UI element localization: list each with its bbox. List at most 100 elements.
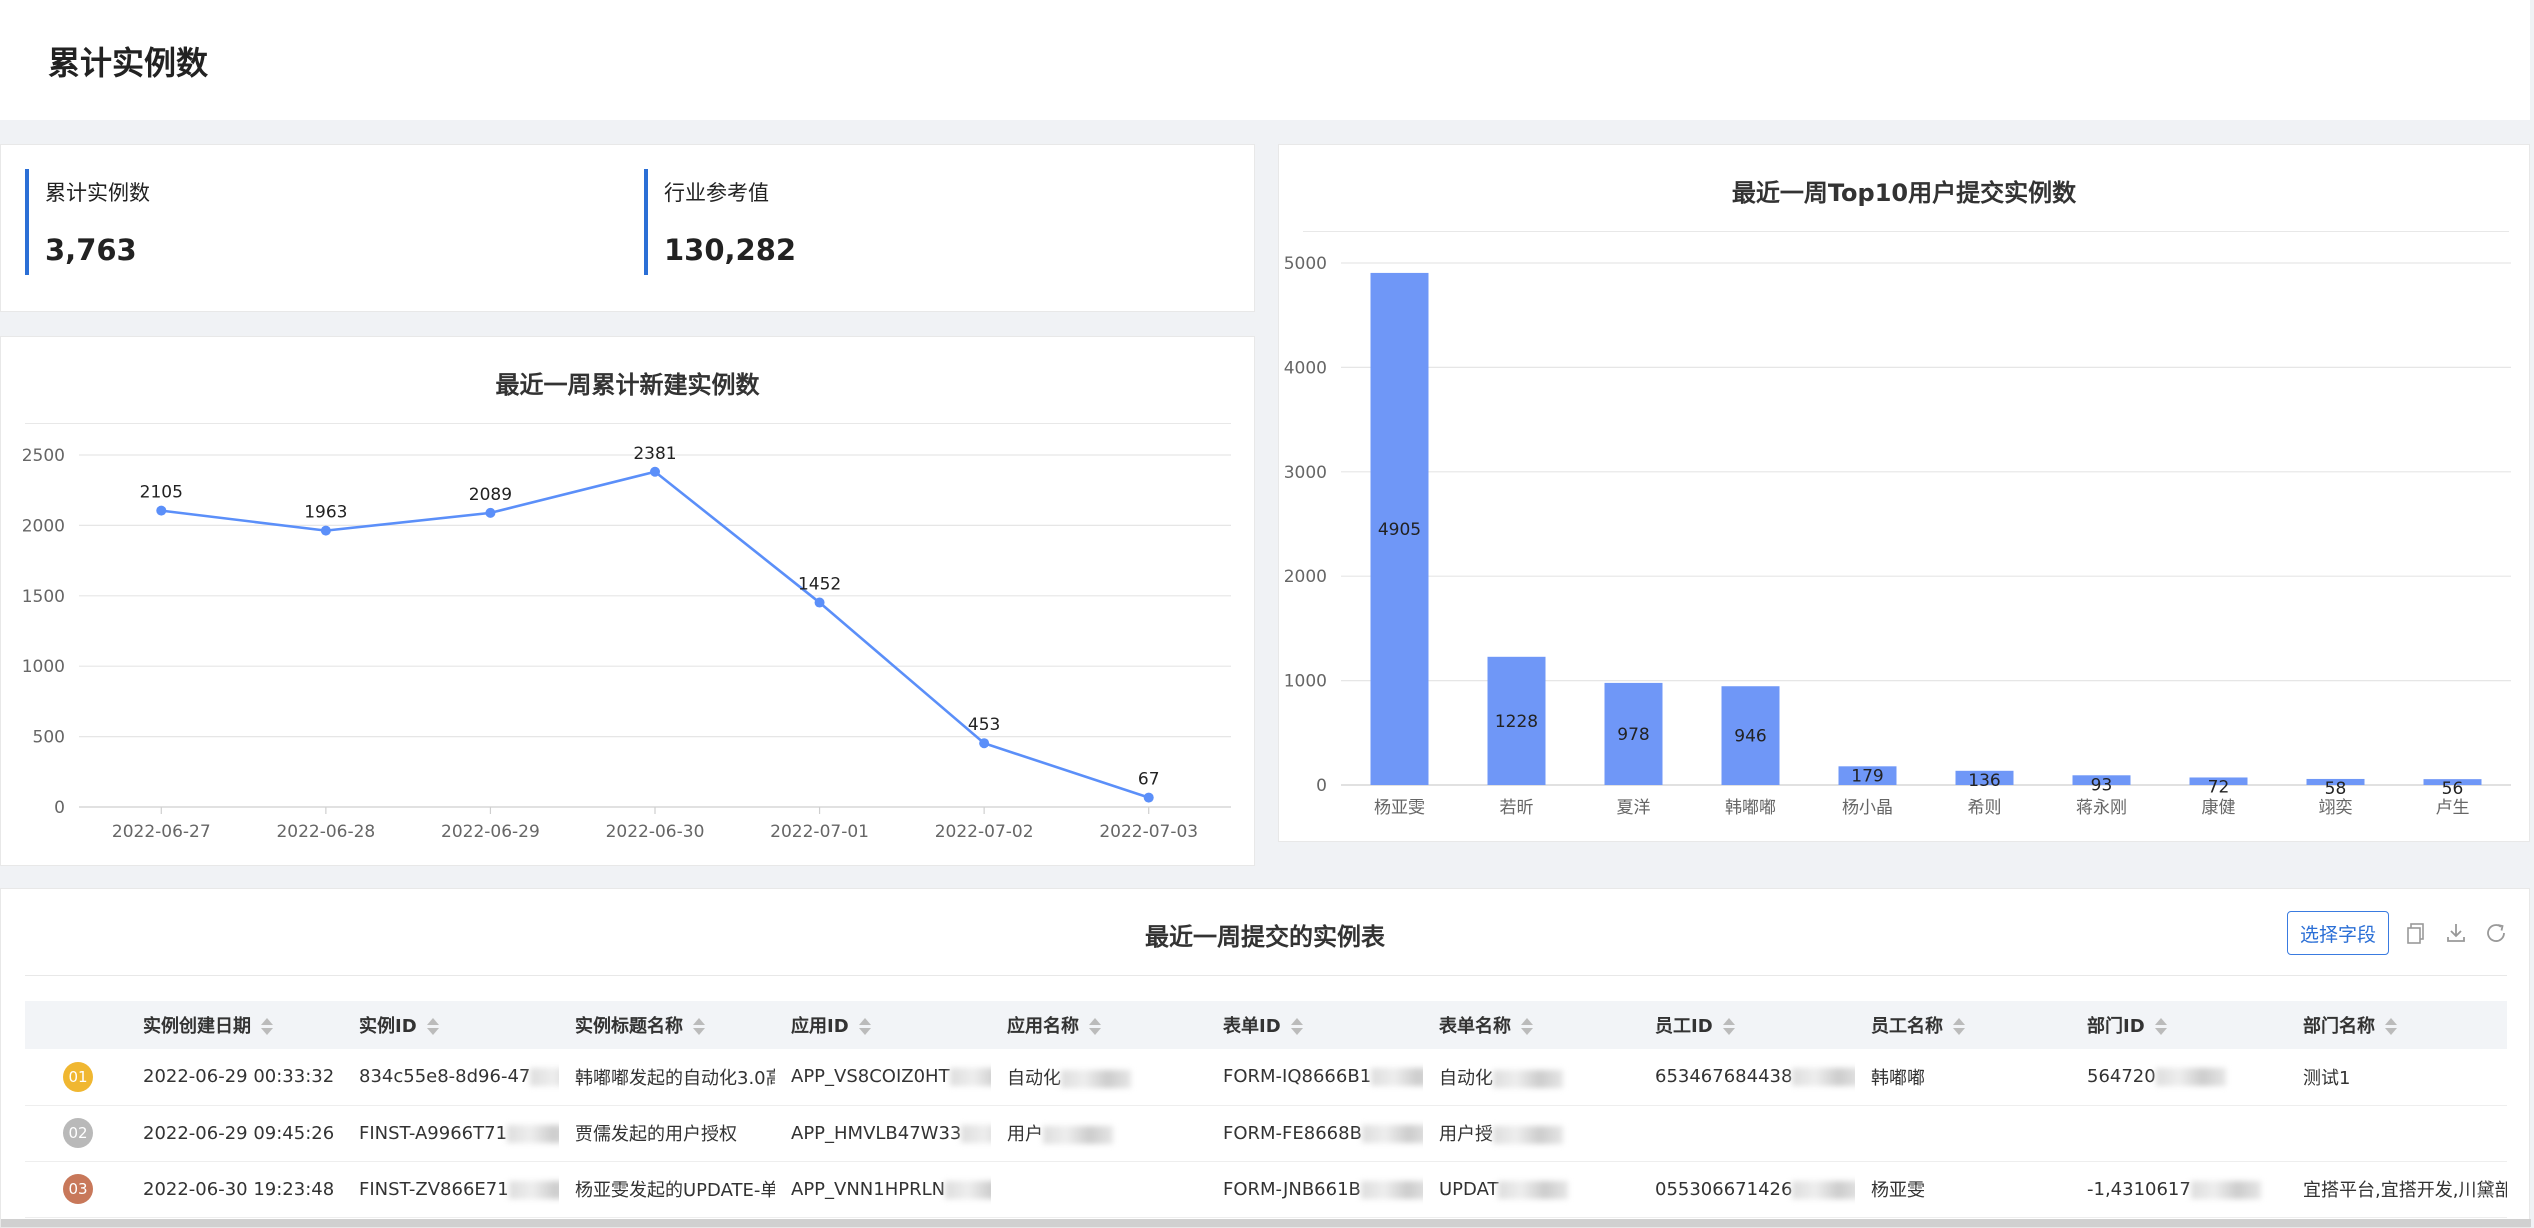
bar-value-label: 946 [1734, 727, 1766, 747]
cell-text: FINST-A9966T71 [359, 1122, 508, 1144]
redacted-text [1360, 1180, 1423, 1199]
bar-value-label: 93 [2091, 775, 2113, 795]
column-header[interactable]: 员工ID [1639, 1001, 1855, 1049]
column-header[interactable]: 应用ID [775, 1001, 991, 1049]
bar-value-label: 978 [1617, 725, 1649, 745]
redacted-text [1792, 1068, 1855, 1087]
cell-text: 测试1 [2303, 1067, 2351, 1089]
cell-text: 贾儒发起的用户授权 [575, 1124, 737, 1145]
y-tick-label: 2500 [22, 446, 65, 466]
table-cell: 贾儒发起的用户授权 [559, 1105, 775, 1162]
table-cell: 055306671426 [1639, 1161, 1855, 1218]
column-header[interactable]: 应用名称 [991, 1001, 1207, 1049]
column-header[interactable]: 部门ID [2071, 1001, 2287, 1049]
y-tick-label: 0 [1316, 776, 1327, 796]
cell-text: APP_VNN1HPRLN [791, 1178, 946, 1200]
select-fields-button[interactable]: 选择字段 [2286, 911, 2389, 955]
column-header[interactable]: 部门名称 [2287, 1001, 2507, 1049]
table-cell [2071, 1105, 2287, 1162]
table-cell: FINST-ZV866E71 [343, 1161, 559, 1218]
line-chart-card: 最近一周累计新建实例数 0 500 1000 1500 2000 2500 2022-06-… [0, 336, 1255, 866]
column-header-label: 部门名称 [2303, 1016, 2375, 1037]
bar-chart-card: 最近一周Top10用户提交实例数 0 1000 2000 3000 4000 5000 49… [1278, 144, 2530, 842]
sort-icon[interactable] [1722, 1016, 1737, 1038]
cell-text: 2022-06-29 00:33:32 [143, 1066, 335, 1088]
y-tick-label: 0 [54, 798, 65, 818]
copy-icon[interactable] [2403, 920, 2429, 946]
table-cell: APP_HMVLB47W33 [775, 1105, 991, 1162]
redacted-text [1043, 1126, 1113, 1144]
table-row[interactable]: 02 2022-06-29 09:45:26 FINST-A9966T71 贾儒发起的… [25, 1105, 2507, 1162]
cell-text: 用户授 [1439, 1124, 1493, 1145]
sort-icon[interactable] [1089, 1016, 1103, 1038]
column-header[interactable]: 实例标题名称 [559, 1001, 775, 1049]
sort-icon[interactable] [261, 1016, 275, 1038]
rank-cell: 01 [25, 1049, 127, 1106]
table-cell: 2022-06-30 19:23:48 [127, 1161, 343, 1218]
table-cell: 自动化 [1423, 1049, 1639, 1106]
y-tick-label: 5000 [1284, 254, 1327, 274]
sort-icon[interactable] [693, 1016, 707, 1038]
y-tick-label: 500 [33, 728, 65, 748]
sort-icon[interactable] [1953, 1016, 1967, 1038]
column-header[interactable]: 表单名称 [1423, 1001, 1639, 1049]
table-cell: 2022-06-29 00:33:32 [127, 1049, 343, 1106]
cell-text: FORM-FE8668B [1223, 1122, 1362, 1144]
instance-table-card: 最近一周提交的实例表 选择字段 实例创建日期 实例ID 实例标题名称 应用ID 应用名称… [0, 888, 2531, 1228]
table-row[interactable]: 01 2022-06-29 00:33:32 834c55e8-8d96-47 韩嘟嘟… [25, 1049, 2507, 1106]
cell-text: 055306671426 [1655, 1178, 1793, 1200]
table-cell: FORM-FE8668B [1207, 1105, 1423, 1162]
column-header-label: 应用ID [791, 1016, 849, 1037]
table-row[interactable]: 03 2022-06-30 19:23:48 FINST-ZV866E71 杨亚雯发起… [25, 1161, 2507, 1218]
redacted-text [507, 1124, 559, 1143]
column-header[interactable]: 员工名称 [1855, 1001, 2071, 1049]
cell-text: 杨亚雯发起的UPDATE-单行 [575, 1180, 775, 1201]
column-header-label: 表单名称 [1439, 1016, 1511, 1037]
cell-text: APP_VS8COIZ0HT [791, 1066, 950, 1088]
cell-text: 宜搭平台,宜搭开发,川黛部 [2303, 1180, 2507, 1201]
column-header[interactable]: 实例创建日期 [127, 1001, 343, 1049]
y-tick-label: 2000 [1284, 567, 1327, 587]
data-point [156, 505, 167, 516]
x-tick-label: 杨小晶 [1842, 798, 1893, 818]
redacted-text [2190, 1180, 2261, 1199]
redacted-text [945, 1180, 991, 1199]
sort-icon[interactable] [2154, 1016, 2169, 1038]
bar-chart: 0 1000 2000 3000 4000 5000 4905 杨亚雯 1228 若昕 978 夏洋 9… [1284, 254, 2511, 818]
column-header-label: 应用名称 [1007, 1016, 1079, 1037]
data-label: 453 [968, 715, 1000, 735]
sort-icon[interactable] [1290, 1016, 1305, 1038]
table-divider [25, 975, 2507, 976]
column-header-label: 实例创建日期 [143, 1016, 251, 1037]
horizontal-scrollbar[interactable] [1, 1219, 2531, 1227]
refresh-icon[interactable] [2483, 920, 2509, 946]
column-header-label: 部门ID [2087, 1016, 2145, 1037]
table-cell: UPDAT [1423, 1161, 1639, 1218]
data-point [320, 525, 331, 536]
download-icon[interactable] [2443, 920, 2469, 946]
table-cell [991, 1161, 1207, 1218]
cell-text: 自动化 [1439, 1067, 1493, 1089]
x-tick-label: 希则 [1968, 798, 2002, 818]
cell-text: 杨亚雯 [1871, 1180, 1925, 1201]
x-tick-label: 翊奕 [2319, 798, 2353, 818]
sort-icon[interactable] [858, 1016, 873, 1038]
rank-badge: 01 [63, 1061, 93, 1092]
x-tick-label: 2022-06-27 [112, 822, 211, 842]
table-cell: FORM-IQ8666B1 [1207, 1049, 1423, 1106]
bar-value-label: 4905 [1378, 520, 1421, 540]
page-header: 累计实例数 [0, 0, 2530, 120]
rank-column-header [25, 1001, 127, 1049]
cell-text: 韩嘟嘟发起的自动化3.0高 [575, 1067, 775, 1089]
table-cell: -1,4310617 [2071, 1161, 2287, 1218]
y-tick-label: 4000 [1284, 358, 1327, 378]
sort-icon[interactable] [1521, 1016, 1535, 1038]
column-header[interactable]: 实例ID [343, 1001, 559, 1049]
sort-icon[interactable] [426, 1016, 441, 1038]
cell-text: 653467684438 [1655, 1066, 1793, 1088]
column-header[interactable]: 表单ID [1207, 1001, 1423, 1049]
table-cell: 杨亚雯发起的UPDATE-单行 [559, 1161, 775, 1218]
column-header-label: 员工名称 [1871, 1016, 1943, 1037]
sort-icon[interactable] [2385, 1016, 2399, 1038]
table-cell: FORM-JNB661B [1207, 1161, 1423, 1218]
